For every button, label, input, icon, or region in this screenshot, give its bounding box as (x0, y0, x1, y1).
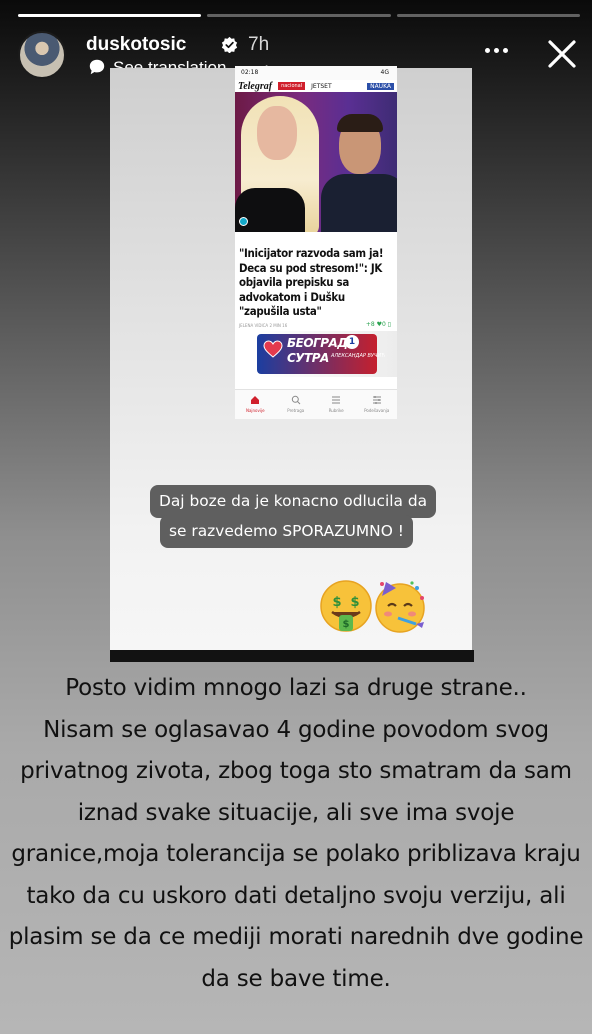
site-header: Telegraf nacional JETSET NAUKA (235, 80, 397, 92)
bubble-line-1: Daj boze da je konacno odlucila da (150, 485, 437, 518)
post-time: 7h (248, 34, 270, 55)
settings-icon (372, 396, 381, 404)
story-progress-segment (207, 14, 391, 17)
search-icon (291, 395, 301, 405)
site-logo: Telegraf (238, 80, 273, 92)
story-caption: Posto vidim mnogo lazi sa druge strane..… (0, 668, 592, 1000)
ad-banner: БЕОГРАД СУТРА АЛЕКСАНДАР ВУЧИЋ 1 (235, 330, 397, 377)
article-meta: JELENA VIDICA 2 MIN 16 +8 ♥0 ▯ (235, 319, 397, 331)
phone-signal: 4G (380, 69, 389, 76)
caption-line: plasim se da ce mediji morati narednih d… (8, 924, 584, 950)
photo-badge-icon (239, 217, 248, 226)
bubble-line-2: se razvedemo SPORAZUMNO ! (160, 515, 413, 548)
caption-line: iznad svake situacije, ali sve ima svoje (77, 799, 515, 826)
phone-time: 02:18 (241, 69, 259, 76)
heart-icon (263, 340, 283, 358)
svg-text:$: $ (350, 595, 359, 610)
ad-tag: АЛЕКСАНДАР ВУЧИЋ (331, 352, 386, 359)
caption-line: da se bave time. (201, 965, 391, 992)
phone-status-bar: 02:18 4G (235, 66, 397, 80)
article-screenshot[interactable]: 02:18 4G Telegraf nacional JETSET NAUKA … (235, 66, 397, 419)
tab-podesavanja: Podešavanja (357, 390, 398, 419)
ad-line-1: БЕОГРАД (287, 335, 348, 350)
home-icon (251, 396, 260, 404)
site-nav-jetset: JETSET (311, 82, 332, 90)
phone-tab-bar: Najnovije Pretraga Rubrike Podešavanja (235, 389, 397, 419)
story-progress-segment (18, 14, 202, 17)
caption-line: tako da cu uskoro dati detaljno svoju ve… (26, 882, 566, 909)
username[interactable]: duskotosic (86, 34, 186, 56)
partying-face-icon (375, 581, 425, 633)
card-shadow (110, 650, 474, 662)
site-nav-nauka: NAUKA (367, 82, 394, 90)
caption-line: Nisam se oglasavao 4 godine povodom svog (43, 716, 549, 743)
ad-line-2: СУТРА (287, 350, 329, 365)
story-progress-segment (396, 14, 580, 17)
story-progress (18, 14, 580, 17)
list-icon (332, 396, 341, 404)
ad-badge: 1 (345, 334, 359, 349)
tab-pretraga: Pretraga (276, 390, 317, 419)
caption-line: privatnog zivota, zbog toga sto smatram … (20, 758, 572, 784)
caption-line: granice,moja tolerancija se polako pribl… (11, 841, 581, 867)
article-date: JELENA VIDICA 2 MIN 16 (239, 322, 288, 328)
svg-text:$: $ (332, 595, 341, 610)
verified-badge-icon (221, 36, 238, 53)
caption-line: Posto vidim mnogo lazi sa druge strane.. (65, 675, 527, 701)
svg-text:$: $ (343, 619, 350, 630)
site-chip: nacional (278, 82, 306, 90)
article-stats: +8 ♥0 ▯ (365, 320, 391, 328)
money-mouth-face-icon: $ $ $ (320, 580, 372, 632)
avatar[interactable] (18, 31, 66, 79)
more-icon[interactable] (485, 48, 508, 53)
tab-rubrike: Rubrike (316, 390, 357, 419)
article-headline: "Inicijator razvoda sam ja! Deca su pod … (239, 246, 384, 319)
close-icon[interactable] (544, 36, 580, 72)
speech-bubble-icon[interactable] (88, 58, 106, 76)
tab-najnovije: Najnovije (235, 390, 276, 419)
article-photo (235, 92, 397, 232)
